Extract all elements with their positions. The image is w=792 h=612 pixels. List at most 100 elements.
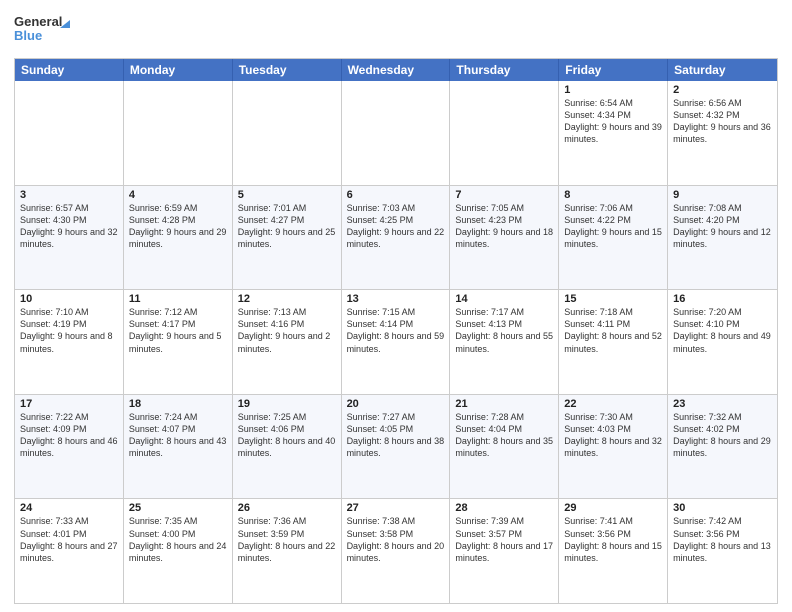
day-info: Sunrise: 6:59 AM Sunset: 4:28 PM Dayligh… (129, 202, 227, 251)
day-info: Sunrise: 7:15 AM Sunset: 4:14 PM Dayligh… (347, 306, 445, 355)
day-number: 20 (347, 398, 445, 410)
day-info: Sunrise: 7:32 AM Sunset: 4:02 PM Dayligh… (673, 411, 772, 460)
day-info: Sunrise: 7:33 AM Sunset: 4:01 PM Dayligh… (20, 515, 118, 564)
day-cell-24: 24Sunrise: 7:33 AM Sunset: 4:01 PM Dayli… (15, 499, 124, 603)
day-info: Sunrise: 7:39 AM Sunset: 3:57 PM Dayligh… (455, 515, 553, 564)
calendar: SundayMondayTuesdayWednesdayThursdayFrid… (14, 58, 778, 604)
header-cell-thursday: Thursday (450, 59, 559, 81)
day-info: Sunrise: 7:41 AM Sunset: 3:56 PM Dayligh… (564, 515, 662, 564)
day-info: Sunrise: 7:22 AM Sunset: 4:09 PM Dayligh… (20, 411, 118, 460)
day-cell-6: 6Sunrise: 7:03 AM Sunset: 4:25 PM Daylig… (342, 186, 451, 290)
empty-cell-0-0 (15, 81, 124, 185)
day-number: 14 (455, 293, 553, 305)
day-number: 11 (129, 293, 227, 305)
logo: General Blue (14, 10, 74, 50)
day-info: Sunrise: 7:17 AM Sunset: 4:13 PM Dayligh… (455, 306, 553, 355)
day-number: 26 (238, 502, 336, 514)
day-info: Sunrise: 7:38 AM Sunset: 3:58 PM Dayligh… (347, 515, 445, 564)
day-info: Sunrise: 7:06 AM Sunset: 4:22 PM Dayligh… (564, 202, 662, 251)
day-number: 2 (673, 84, 772, 96)
calendar-header-row: SundayMondayTuesdayWednesdayThursdayFrid… (15, 59, 777, 81)
day-number: 29 (564, 502, 662, 514)
day-number: 1 (564, 84, 662, 96)
week-row-5: 24Sunrise: 7:33 AM Sunset: 4:01 PM Dayli… (15, 499, 777, 603)
day-cell-27: 27Sunrise: 7:38 AM Sunset: 3:58 PM Dayli… (342, 499, 451, 603)
day-number: 3 (20, 189, 118, 201)
week-row-3: 10Sunrise: 7:10 AM Sunset: 4:19 PM Dayli… (15, 290, 777, 395)
day-cell-4: 4Sunrise: 6:59 AM Sunset: 4:28 PM Daylig… (124, 186, 233, 290)
day-cell-21: 21Sunrise: 7:28 AM Sunset: 4:04 PM Dayli… (450, 395, 559, 499)
day-number: 13 (347, 293, 445, 305)
day-info: Sunrise: 6:56 AM Sunset: 4:32 PM Dayligh… (673, 97, 772, 146)
day-number: 17 (20, 398, 118, 410)
day-info: Sunrise: 7:05 AM Sunset: 4:23 PM Dayligh… (455, 202, 553, 251)
day-cell-2: 2Sunrise: 6:56 AM Sunset: 4:32 PM Daylig… (668, 81, 777, 185)
day-info: Sunrise: 7:08 AM Sunset: 4:20 PM Dayligh… (673, 202, 772, 251)
header-cell-saturday: Saturday (668, 59, 777, 81)
day-number: 9 (673, 189, 772, 201)
day-number: 27 (347, 502, 445, 514)
header-cell-monday: Monday (124, 59, 233, 81)
day-cell-29: 29Sunrise: 7:41 AM Sunset: 3:56 PM Dayli… (559, 499, 668, 603)
day-number: 22 (564, 398, 662, 410)
day-info: Sunrise: 7:28 AM Sunset: 4:04 PM Dayligh… (455, 411, 553, 460)
header: General Blue (14, 10, 778, 50)
day-info: Sunrise: 7:27 AM Sunset: 4:05 PM Dayligh… (347, 411, 445, 460)
day-info: Sunrise: 7:18 AM Sunset: 4:11 PM Dayligh… (564, 306, 662, 355)
day-number: 18 (129, 398, 227, 410)
day-info: Sunrise: 7:30 AM Sunset: 4:03 PM Dayligh… (564, 411, 662, 460)
day-number: 10 (20, 293, 118, 305)
day-cell-12: 12Sunrise: 7:13 AM Sunset: 4:16 PM Dayli… (233, 290, 342, 394)
day-cell-16: 16Sunrise: 7:20 AM Sunset: 4:10 PM Dayli… (668, 290, 777, 394)
day-number: 16 (673, 293, 772, 305)
day-number: 5 (238, 189, 336, 201)
day-info: Sunrise: 7:10 AM Sunset: 4:19 PM Dayligh… (20, 306, 118, 355)
day-cell-1: 1Sunrise: 6:54 AM Sunset: 4:34 PM Daylig… (559, 81, 668, 185)
day-info: Sunrise: 7:24 AM Sunset: 4:07 PM Dayligh… (129, 411, 227, 460)
day-cell-25: 25Sunrise: 7:35 AM Sunset: 4:00 PM Dayli… (124, 499, 233, 603)
empty-cell-0-1 (124, 81, 233, 185)
day-info: Sunrise: 6:57 AM Sunset: 4:30 PM Dayligh… (20, 202, 118, 251)
day-info: Sunrise: 7:35 AM Sunset: 4:00 PM Dayligh… (129, 515, 227, 564)
day-number: 7 (455, 189, 553, 201)
day-info: Sunrise: 7:01 AM Sunset: 4:27 PM Dayligh… (238, 202, 336, 251)
day-cell-23: 23Sunrise: 7:32 AM Sunset: 4:02 PM Dayli… (668, 395, 777, 499)
day-info: Sunrise: 7:36 AM Sunset: 3:59 PM Dayligh… (238, 515, 336, 564)
day-cell-18: 18Sunrise: 7:24 AM Sunset: 4:07 PM Dayli… (124, 395, 233, 499)
day-number: 24 (20, 502, 118, 514)
day-number: 4 (129, 189, 227, 201)
day-cell-14: 14Sunrise: 7:17 AM Sunset: 4:13 PM Dayli… (450, 290, 559, 394)
page: General Blue SundayMondayTuesdayWednesda… (0, 0, 792, 612)
day-number: 8 (564, 189, 662, 201)
day-info: Sunrise: 7:03 AM Sunset: 4:25 PM Dayligh… (347, 202, 445, 251)
day-number: 15 (564, 293, 662, 305)
svg-text:Blue: Blue (14, 28, 42, 43)
header-cell-tuesday: Tuesday (233, 59, 342, 81)
day-cell-10: 10Sunrise: 7:10 AM Sunset: 4:19 PM Dayli… (15, 290, 124, 394)
day-info: Sunrise: 6:54 AM Sunset: 4:34 PM Dayligh… (564, 97, 662, 146)
day-number: 30 (673, 502, 772, 514)
day-number: 21 (455, 398, 553, 410)
day-cell-22: 22Sunrise: 7:30 AM Sunset: 4:03 PM Dayli… (559, 395, 668, 499)
day-cell-3: 3Sunrise: 6:57 AM Sunset: 4:30 PM Daylig… (15, 186, 124, 290)
day-info: Sunrise: 7:20 AM Sunset: 4:10 PM Dayligh… (673, 306, 772, 355)
day-cell-17: 17Sunrise: 7:22 AM Sunset: 4:09 PM Dayli… (15, 395, 124, 499)
day-number: 19 (238, 398, 336, 410)
day-cell-28: 28Sunrise: 7:39 AM Sunset: 3:57 PM Dayli… (450, 499, 559, 603)
day-cell-30: 30Sunrise: 7:42 AM Sunset: 3:56 PM Dayli… (668, 499, 777, 603)
header-cell-friday: Friday (559, 59, 668, 81)
day-cell-15: 15Sunrise: 7:18 AM Sunset: 4:11 PM Dayli… (559, 290, 668, 394)
empty-cell-0-3 (342, 81, 451, 185)
day-info: Sunrise: 7:42 AM Sunset: 3:56 PM Dayligh… (673, 515, 772, 564)
day-cell-19: 19Sunrise: 7:25 AM Sunset: 4:06 PM Dayli… (233, 395, 342, 499)
day-number: 6 (347, 189, 445, 201)
empty-cell-0-2 (233, 81, 342, 185)
day-cell-5: 5Sunrise: 7:01 AM Sunset: 4:27 PM Daylig… (233, 186, 342, 290)
header-cell-sunday: Sunday (15, 59, 124, 81)
day-cell-20: 20Sunrise: 7:27 AM Sunset: 4:05 PM Dayli… (342, 395, 451, 499)
day-number: 28 (455, 502, 553, 514)
day-number: 23 (673, 398, 772, 410)
header-cell-wednesday: Wednesday (342, 59, 451, 81)
day-cell-9: 9Sunrise: 7:08 AM Sunset: 4:20 PM Daylig… (668, 186, 777, 290)
empty-cell-0-4 (450, 81, 559, 185)
